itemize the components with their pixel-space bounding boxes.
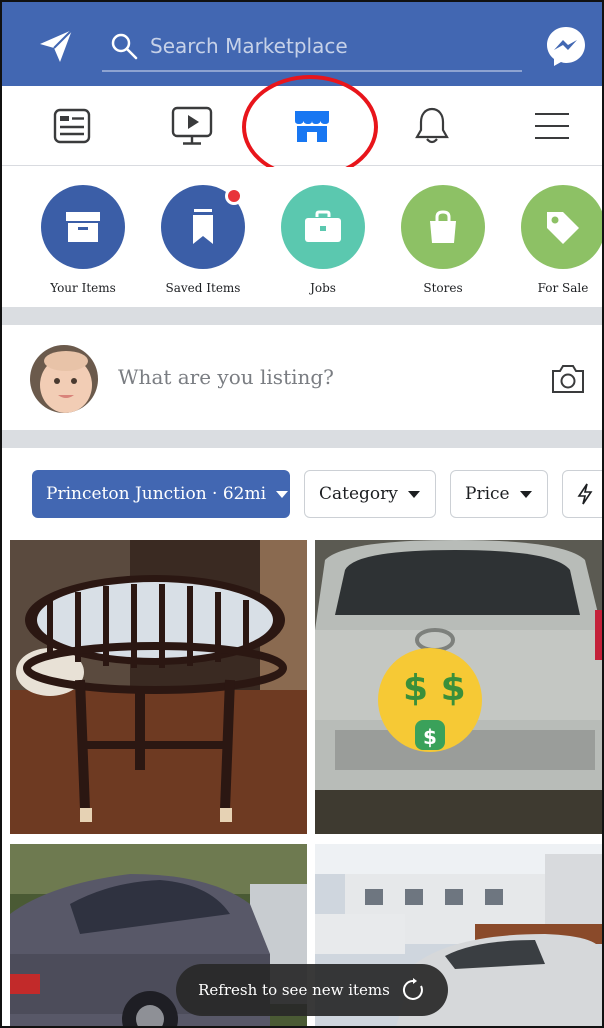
refresh-toast-text: Refresh to see new items: [198, 981, 390, 999]
tab-menu[interactable]: [522, 100, 582, 152]
refresh-icon: [402, 978, 423, 1000]
watch-video-icon: [171, 106, 213, 145]
listing-tile[interactable]: $ $ $: [315, 540, 602, 834]
svg-text:$ $: $ $: [403, 668, 466, 709]
shortcut-saved-items[interactable]: Saved Items: [148, 185, 258, 305]
category-filter-label: Category: [319, 484, 398, 504]
top-header: [2, 2, 602, 86]
chevron-down-icon: [276, 490, 289, 498]
shortcut-label: Your Items: [50, 281, 116, 295]
tab-marketplace[interactable]: [282, 100, 342, 152]
notification-badge: [225, 187, 243, 205]
shortcut-stores[interactable]: Stores: [388, 185, 498, 305]
listing-tile[interactable]: [10, 540, 307, 834]
filter-bar: Princeton Junction · 62mi Category Price: [2, 448, 602, 538]
listing-photo-suv: $ $ $: [315, 540, 602, 834]
price-tag-icon: [547, 212, 579, 244]
tab-watch[interactable]: [162, 100, 222, 152]
shortcut-your-items[interactable]: Your Items: [28, 185, 138, 305]
shortcut-jobs[interactable]: Jobs: [268, 185, 378, 305]
tab-bar: [2, 86, 602, 166]
messenger-icon[interactable]: [544, 24, 588, 68]
marketplace-store-icon: [295, 111, 329, 142]
section-divider: [2, 307, 602, 325]
chevron-down-icon: [407, 490, 420, 498]
menu-icon: [535, 113, 569, 139]
marketplace-screen: Your Items Saved Items Jobs: [0, 0, 604, 1028]
search-bar[interactable]: [102, 22, 522, 72]
marketplace-shortcuts: Your Items Saved Items Jobs Stores For S…: [2, 167, 602, 307]
news-feed-icon: [53, 108, 91, 144]
shortcut-label: Stores: [423, 281, 463, 295]
composer-prompt[interactable]: What are you listing?: [118, 365, 334, 389]
shopping-bag-icon: [430, 210, 456, 243]
section-divider: [2, 430, 602, 448]
shortcut-label: For Sale: [537, 281, 589, 295]
category-filter[interactable]: Category: [304, 470, 436, 518]
listing-composer[interactable]: What are you listing?: [2, 325, 602, 429]
search-icon: [111, 33, 138, 60]
shortcut-label: Jobs: [310, 281, 336, 295]
refresh-toast[interactable]: Refresh to see new items: [176, 964, 448, 1016]
listing-photo-bassinet: [10, 540, 307, 834]
bell-icon: [415, 107, 449, 144]
shortcut-label: Saved Items: [165, 281, 241, 295]
bookmark-icon: [193, 209, 213, 244]
price-filter-label: Price: [465, 484, 510, 504]
shortcut-for-sale[interactable]: For Sale: [508, 185, 602, 305]
tab-news-feed[interactable]: [42, 100, 102, 152]
lightning-icon: [577, 483, 593, 505]
search-input[interactable]: [148, 30, 508, 62]
location-filter-label: Princeton Junction · 62mi: [46, 484, 267, 504]
price-filter[interactable]: Price: [450, 470, 548, 518]
tab-notifications[interactable]: [402, 100, 462, 152]
chevron-down-icon: [519, 490, 532, 498]
quick-filter[interactable]: [562, 470, 602, 518]
location-filter[interactable]: Princeton Junction · 62mi: [32, 470, 290, 518]
box-icon: [66, 212, 100, 242]
briefcase-icon: [305, 210, 341, 242]
svg-text:$: $: [423, 725, 437, 749]
camera-icon[interactable]: [550, 363, 586, 395]
send-icon[interactable]: [36, 26, 76, 66]
avatar[interactable]: [30, 345, 98, 413]
